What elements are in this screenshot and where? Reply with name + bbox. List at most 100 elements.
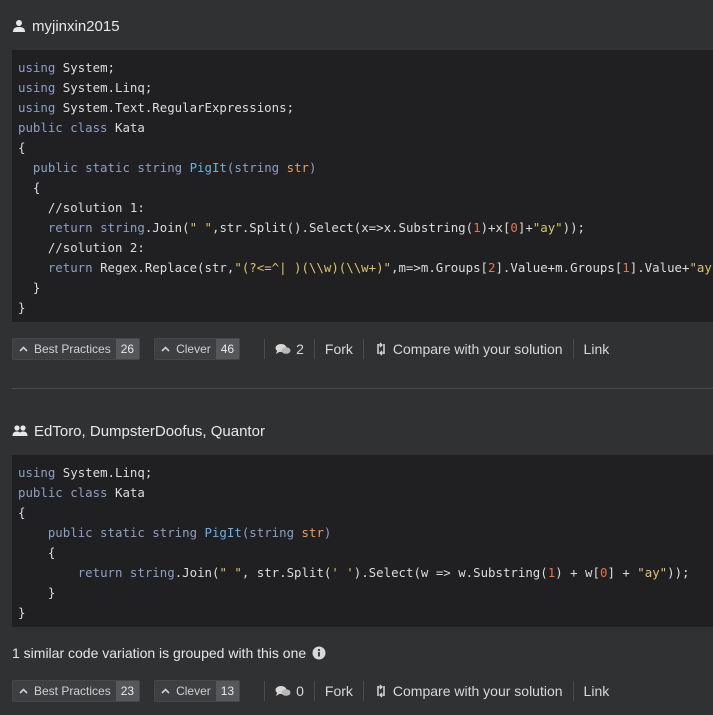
code-token: 0 xyxy=(510,220,518,235)
best-practices-count: 23 xyxy=(115,681,140,701)
comments-button[interactable]: 2 xyxy=(275,341,304,357)
code-token: ) + w[ xyxy=(555,565,600,580)
separator xyxy=(572,681,574,701)
code-line: public static string PigIt(string str) xyxy=(18,523,713,543)
clever-count: 46 xyxy=(215,339,240,359)
separator xyxy=(313,681,315,701)
code-token: return xyxy=(77,565,123,580)
code-token: Kata xyxy=(107,485,145,500)
separator xyxy=(313,339,315,359)
code-token: ) xyxy=(309,160,317,175)
chevron-up-icon xyxy=(19,688,28,694)
compare-button[interactable]: Compare with your solution xyxy=(374,683,563,699)
code-line: { xyxy=(18,138,713,158)
code-line: public class Kata xyxy=(18,483,713,503)
comments-button[interactable]: 0 xyxy=(275,683,304,699)
code-line: return Regex.Replace(str,"(?<=^| )(\\w)(… xyxy=(18,258,713,278)
separator xyxy=(362,339,364,359)
author-link[interactable]: myjinxin2015 xyxy=(32,18,120,35)
code-line: } xyxy=(18,278,713,298)
code-token: using xyxy=(18,80,56,95)
solution-actions: Best Practices 23 Clever 13 0 Fork Compa… xyxy=(12,680,609,702)
code-line: using System; xyxy=(18,58,713,78)
code-token: System.Text.RegularExpressions; xyxy=(55,100,295,115)
code-token: .Join( xyxy=(144,220,190,235)
fork-button[interactable]: Fork xyxy=(325,683,353,699)
code-line: { xyxy=(18,503,713,523)
comments-icon xyxy=(275,685,291,698)
code-token: 1 xyxy=(622,260,630,275)
code-token: PigIt xyxy=(204,525,242,540)
code-token: System; xyxy=(55,60,115,75)
code-token: )); xyxy=(562,220,586,235)
comments-count: 2 xyxy=(296,341,304,357)
link-button[interactable]: Link xyxy=(584,341,610,357)
compare-button[interactable]: Compare with your solution xyxy=(374,341,563,357)
code-line: { xyxy=(18,178,713,198)
code-token: return xyxy=(47,220,93,235)
code-token: ' ' xyxy=(331,565,354,580)
code-token: "(?<=^| )(\\w)(\\w+)" xyxy=(234,260,392,275)
code-token: string xyxy=(234,160,280,175)
code-token: ).Select(w => w.Substring( xyxy=(353,565,548,580)
compare-label: Compare with your solution xyxy=(392,341,563,357)
code-token: 1 xyxy=(473,220,481,235)
code-token: } xyxy=(18,300,26,315)
comments-icon xyxy=(275,343,291,356)
code-line: public class Kata xyxy=(18,118,713,138)
clever-label: Clever xyxy=(176,684,211,698)
clever-vote-button[interactable]: Clever 13 xyxy=(154,680,241,702)
clever-count: 13 xyxy=(215,681,240,701)
code-line: { xyxy=(18,543,713,563)
clever-vote-button[interactable]: Clever 46 xyxy=(154,338,241,360)
chevron-up-icon xyxy=(161,346,170,352)
fork-button[interactable]: Fork xyxy=(325,341,353,357)
code-token: string xyxy=(129,565,175,580)
code-token: using xyxy=(18,465,56,480)
chevron-up-icon xyxy=(19,346,28,352)
chevron-up-icon xyxy=(161,688,170,694)
link-button[interactable]: Link xyxy=(584,683,610,699)
best-practices-label: Best Practices xyxy=(34,684,111,698)
code-token: { xyxy=(18,505,26,520)
separator xyxy=(362,681,364,701)
code-token: { xyxy=(18,140,26,155)
code-line: using System.Linq; xyxy=(18,463,713,483)
code-token: string xyxy=(249,525,295,540)
code-token: Regex.Replace(str, xyxy=(92,260,235,275)
variation-text: 1 similar code variation is grouped with… xyxy=(12,645,307,661)
separator xyxy=(264,339,266,359)
code-block: using System.Linq; public class Kata{ pub… xyxy=(12,455,713,627)
code-token: //solution 1: xyxy=(18,200,145,215)
code-token: ,str.Split().Select(x=>x.Substring( xyxy=(212,220,474,235)
code-line: } xyxy=(18,583,713,603)
code-token: " " xyxy=(189,220,212,235)
code-line: using System.Text.RegularExpressions; xyxy=(18,98,713,118)
code-token: "ay" xyxy=(532,220,563,235)
code-token: , str.Split( xyxy=(241,565,332,580)
best-practices-vote-button[interactable]: Best Practices 26 xyxy=(12,338,141,360)
best-practices-vote-button[interactable]: Best Practices 23 xyxy=(12,680,141,702)
code-token: .Join( xyxy=(174,565,220,580)
compare-icon xyxy=(374,684,388,698)
solution-authors: myjinxin2015 xyxy=(12,16,120,36)
code-token: )+x[ xyxy=(480,220,511,235)
info-icon[interactable] xyxy=(312,646,326,660)
code-line: return string.Join(" ", str.Split(' ').S… xyxy=(18,563,713,583)
code-line: using System.Linq; xyxy=(18,78,713,98)
author-link[interactable]: EdToro, DumpsterDoofus, Quantor xyxy=(34,423,265,440)
code-token: PigIt xyxy=(189,160,227,175)
solution-authors: EdToro, DumpsterDoofus, Quantor xyxy=(12,421,265,441)
code-token: public class xyxy=(18,485,108,500)
comments-count: 0 xyxy=(296,683,304,699)
code-token: )); xyxy=(667,565,690,580)
